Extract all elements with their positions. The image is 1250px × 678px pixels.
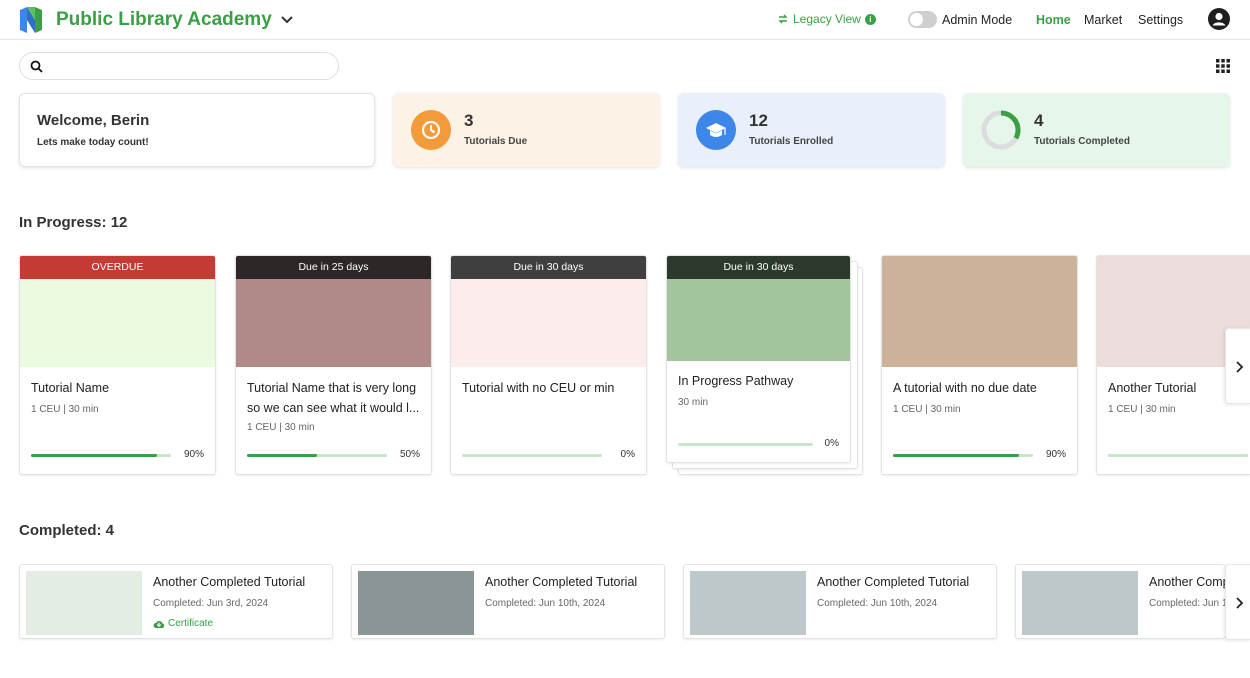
tutorial-thumbnail (236, 279, 431, 367)
tutorial-meta: 1 CEU | 30 min (247, 422, 315, 433)
certificate-link[interactable]: Certificate (153, 618, 213, 629)
clock-icon (411, 110, 451, 150)
search-bar[interactable] (19, 52, 339, 80)
toggle-knob (910, 13, 923, 26)
progress-percent: 90% (183, 449, 204, 460)
tutorials-enrolled-count: 12 (749, 111, 768, 130)
chevron-right-icon (1236, 361, 1244, 373)
welcome-card: Welcome, Berin Lets make today count! (19, 93, 375, 167)
tutorial-card[interactable]: Due in 30 days Tutorial with no CEU or m… (450, 255, 647, 475)
admin-mode-toggle[interactable] (908, 11, 937, 28)
tutorial-meta: 1 CEU | 30 min (31, 404, 99, 415)
pathway-card[interactable]: Due in 30 days In Progress Pathway 30 mi… (666, 255, 851, 463)
completed-tutorial-name: Another Completed Tutorial (485, 575, 638, 589)
pathway-name: In Progress Pathway (678, 374, 794, 388)
tutorial-card[interactable]: Due in 25 days Tutorial Name that is ver… (235, 255, 432, 475)
progress-ring-icon (981, 110, 1021, 150)
pathway-card-stack[interactable]: Due in 30 days In Progress Pathway 30 mi… (666, 255, 863, 475)
progress-fill (893, 454, 1019, 457)
tutorials-enrolled-label: Tutorials Enrolled (749, 136, 834, 147)
tutorial-thumbnail (451, 279, 646, 367)
due-status-banner: Due in 30 days (451, 256, 646, 279)
apps-grid-icon[interactable] (1216, 59, 1230, 73)
pathway-meta: 30 min (678, 397, 709, 408)
graduation-cap-icon (696, 110, 736, 150)
progress-fill (247, 454, 317, 457)
tutorial-card[interactable]: OVERDUE Tutorial Name 1 CEU | 30 min 90% (19, 255, 216, 475)
search-input[interactable] (52, 57, 332, 75)
due-status-banner: Due in 25 days (236, 256, 431, 279)
completed-thumbnail (26, 571, 142, 635)
tutorial-thumbnail (20, 279, 215, 367)
completed-date: Completed: Jun 10th, 2024 (1149, 598, 1225, 609)
tutorials-due-count: 3 (464, 111, 474, 130)
tutorials-completed-count: 4 (1034, 111, 1044, 130)
completed-next-button[interactable] (1225, 564, 1250, 640)
search-icon (30, 60, 43, 73)
tutorial-meta: 1 CEU | 30 min (893, 404, 961, 415)
progress-percent: 0% (620, 449, 635, 460)
progress-bar (247, 454, 387, 457)
tutorial-name: Tutorial with no CEU or min (462, 381, 615, 395)
completed-date: Completed: Jun 10th, 2024 (817, 598, 938, 609)
tutorials-completed-card[interactable]: 4 Tutorials Completed (963, 93, 1230, 167)
tutorial-name: A tutorial with no due date (893, 381, 1037, 395)
progress-percent: 90% (1045, 449, 1066, 460)
completed-tutorial-name: Another Completed Tutorial (153, 575, 306, 589)
top-navigation-bar: Public Library Academy Legacy View i Adm… (0, 0, 1250, 40)
tutorials-enrolled-card[interactable]: 12 Tutorials Enrolled (678, 93, 945, 167)
certificate-label: Certificate (168, 618, 214, 629)
completed-heading: Completed: 4 (19, 522, 115, 539)
completed-tutorial-card[interactable]: Another Completed Tutorial Completed: Ju… (1015, 564, 1225, 639)
chevron-right-icon (1236, 597, 1244, 609)
completed-tutorial-name: Another Completed Tutorial (817, 575, 970, 589)
progress-percent: 50% (399, 449, 420, 460)
pathway-thumbnail (667, 279, 850, 361)
progress-fill (31, 454, 157, 457)
completed-thumbnail (358, 571, 474, 635)
nav-settings[interactable]: Settings (1138, 13, 1183, 27)
tutorials-due-label: Tutorials Due (464, 136, 528, 147)
progress-bar (678, 443, 813, 446)
in-progress-next-button[interactable] (1225, 328, 1250, 404)
tutorial-thumbnail (882, 256, 1077, 367)
info-icon[interactable]: i (864, 13, 876, 25)
welcome-title: Welcome, Berin (37, 112, 150, 129)
legacy-view-label: Legacy View (793, 12, 861, 26)
in-progress-heading: In Progress: 12 (19, 214, 128, 231)
completed-thumbnail (1022, 571, 1138, 635)
admin-mode-label: Admin Mode (942, 13, 1013, 27)
legacy-view-link[interactable]: Legacy View i (777, 12, 876, 26)
progress-bar (31, 454, 171, 457)
completed-date: Completed: Jun 10th, 2024 (485, 598, 606, 609)
due-status-banner: Due in 30 days (667, 256, 850, 279)
swap-arrows-icon (778, 14, 788, 24)
tutorials-completed-label: Tutorials Completed (1034, 136, 1130, 147)
progress-bar (462, 454, 602, 457)
tutorials-due-card[interactable]: 3 Tutorials Due (393, 93, 660, 167)
progress-percent: 0% (824, 438, 839, 449)
academy-logo-icon[interactable] (18, 6, 44, 34)
tutorial-name: Tutorial Name that is very long so we ca… (247, 381, 420, 415)
progress-bar (1108, 454, 1248, 457)
completed-tutorial-card[interactable]: Another Completed Tutorial Completed: Ju… (19, 564, 333, 639)
nav-home[interactable]: Home (1036, 13, 1071, 27)
completed-date: Completed: Jun 3rd, 2024 (153, 598, 269, 609)
completed-tutorial-card[interactable]: Another Completed Tutorial Completed: Ju… (351, 564, 665, 639)
brand-title[interactable]: Public Library Academy (56, 9, 272, 31)
welcome-subtitle: Lets make today count! (37, 137, 149, 148)
due-status-banner: OVERDUE (20, 256, 215, 279)
chevron-down-icon[interactable] (279, 12, 295, 28)
cloud-download-icon (153, 620, 165, 628)
progress-bar (893, 454, 1033, 457)
tutorial-meta: 1 CEU | 30 min (1108, 404, 1176, 415)
user-profile-icon[interactable] (1208, 8, 1230, 30)
completed-tutorial-card[interactable]: Another Completed Tutorial Completed: Ju… (683, 564, 997, 639)
tutorial-card[interactable]: A tutorial with no due date 1 CEU | 30 m… (881, 255, 1078, 475)
nav-market[interactable]: Market (1084, 13, 1122, 27)
completed-tutorial-name: Another Completed Tutorial (1149, 575, 1225, 589)
completed-thumbnail (690, 571, 806, 635)
tutorial-name: Tutorial Name (31, 381, 110, 395)
